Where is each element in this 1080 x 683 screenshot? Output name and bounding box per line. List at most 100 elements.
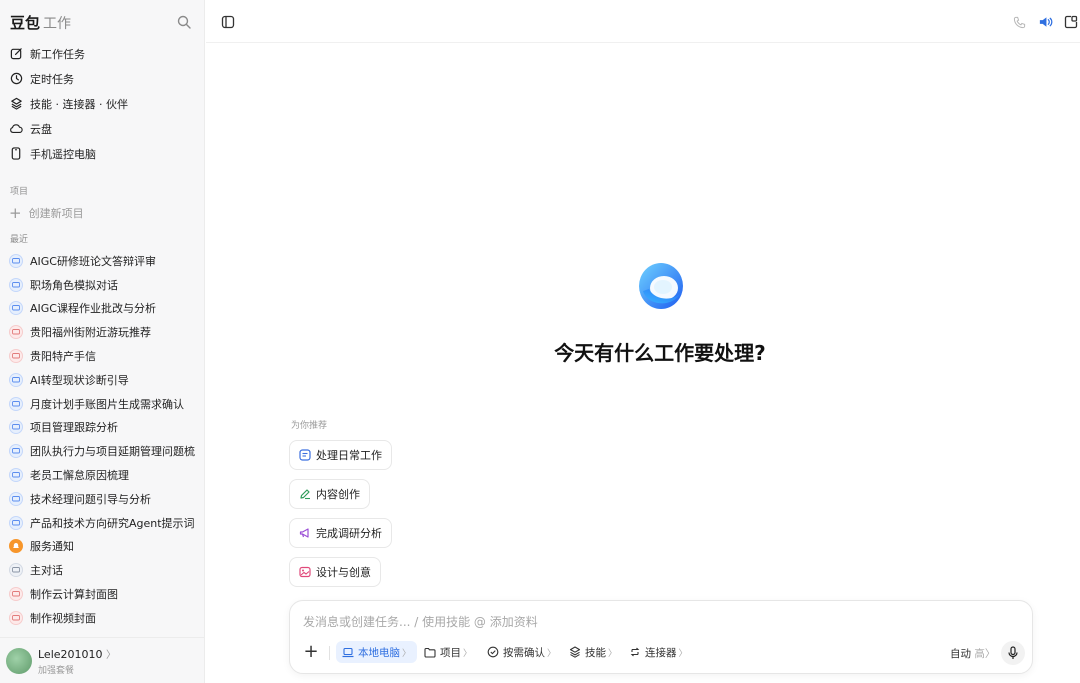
recent-item-label: AI转型现状诊断引导 — [30, 373, 129, 387]
new-project-label: 创建新项目 — [28, 207, 84, 220]
nav-label: 手机遥控电脑 — [30, 147, 96, 161]
tool-label: 按需确认 — [503, 646, 545, 659]
chevron-right-icon: 〉 — [106, 649, 117, 661]
tool-local-computer[interactable]: 本地电脑〉 — [336, 641, 418, 663]
toggle-sidebar-button[interactable] — [219, 13, 237, 31]
recent-item-label: 主对话 — [30, 564, 63, 578]
recent-item-label: 月度计划手账图片生成需求确认 — [30, 397, 184, 411]
chip-content-creation[interactable]: 内容创作 — [289, 479, 370, 509]
nav-phone-remote[interactable]: 手机遥控电脑 — [0, 141, 205, 166]
new-chat-button[interactable] — [1062, 13, 1080, 31]
tool-label: 项目 — [440, 646, 461, 659]
connector-icon — [629, 646, 641, 658]
recent-item-label: 项目管理跟踪分析 — [30, 421, 118, 435]
tool-project[interactable]: 项目〉 — [418, 641, 478, 663]
message-input[interactable] — [303, 612, 1003, 632]
task-icon — [299, 449, 311, 461]
top-bar — [206, 0, 1080, 43]
recent-item[interactable]: 贵阳特产手信 — [0, 344, 205, 368]
nav-scheduled-task[interactable]: 定时任务 — [0, 66, 205, 91]
nav-label: 云盘 — [30, 122, 52, 136]
speaker-icon — [1039, 17, 1052, 27]
tool-skills[interactable]: 技能〉 — [563, 641, 623, 663]
doubao-logo-icon — [639, 263, 683, 309]
nav-new-task[interactable]: 新工作任务 — [0, 41, 205, 66]
recent-item[interactable]: AIGC研修班论文答辩评审 — [0, 249, 205, 273]
recent-item-label: 职场角色模拟对话 — [30, 278, 118, 292]
chat-icon — [9, 420, 23, 435]
nav-cloud-drive[interactable]: 云盘 — [0, 116, 205, 141]
recent-item[interactable]: 技术经理问题引导与分析 — [0, 487, 205, 511]
page-headline: 今天有什么工作要处理? — [554, 341, 766, 365]
doubao-logo — [637, 261, 685, 311]
notification-icon — [9, 539, 23, 554]
chip-daily-work[interactable]: 处理日常工作 — [289, 440, 392, 470]
recent-item-label: AIGC课程作业批改与分析 — [30, 302, 156, 316]
check-circle-icon — [487, 646, 499, 658]
recent-item-label: 产品和技术方向研究Agent提示词 — [30, 516, 195, 530]
toolbar-divider — [329, 646, 330, 660]
recent-item-label: 贵阳特产手信 — [30, 350, 96, 364]
recent-item[interactable]: 制作视频封面 — [0, 606, 205, 630]
phone-call-icon — [1013, 16, 1025, 28]
sidebar-toggle-icon — [221, 15, 235, 29]
chat-icon — [9, 468, 23, 483]
recent-item[interactable]: 项目管理跟踪分析 — [0, 416, 205, 440]
chevron-right-icon: 〉 — [608, 648, 618, 659]
recent-item-label: 技术经理问题引导与分析 — [30, 492, 151, 506]
folder-icon — [424, 646, 436, 658]
recent-item[interactable]: 制作云计算封面图 — [0, 582, 205, 606]
user-plan: 加强套餐 — [38, 665, 75, 676]
brand: 豆包 工作 — [10, 12, 71, 34]
message-composer: + 本地电脑〉 项目〉 按需确认〉 技能〉 连接器〉 自动 高〉 — [289, 600, 1033, 674]
nav-skills[interactable]: 技能 · 连接器 · 伙伴 — [0, 91, 205, 116]
chat-icon — [9, 610, 23, 625]
chip-research-analysis[interactable]: 完成调研分析 — [289, 518, 392, 548]
auto-mode-selector[interactable]: 自动 高〉 — [950, 646, 995, 661]
recent-item[interactable]: 团队执行力与项目延期管理问题梳 — [0, 439, 205, 463]
recent-item[interactable]: 贵阳福州街附近游玩推荐 — [0, 320, 205, 344]
sidebar: 豆包 工作 新工作任务 定时任务 技能 · 连接器 · 伙伴 云盘 手机遥控电脑… — [0, 0, 205, 683]
tool-confirm-on-demand[interactable]: 按需确认〉 — [481, 641, 562, 663]
sidebar-nav: 新工作任务 定时任务 技能 · 连接器 · 伙伴 云盘 手机遥控电脑 — [0, 41, 205, 166]
tool-label: 本地电脑 — [358, 646, 400, 659]
brand-name: 豆包 — [10, 14, 41, 32]
add-button[interactable]: + — [302, 643, 320, 661]
recent-item[interactable]: AI转型现状诊断引导 — [0, 368, 205, 392]
recent-item[interactable]: 月度计划手账图片生成需求确认 — [0, 392, 205, 416]
tool-label: 连接器 — [645, 646, 677, 659]
recent-item-label: 制作视频封面 — [30, 611, 96, 625]
recent-list: AIGC研修班论文答辩评审职场角色模拟对话 AIGC课程作业批改与分析贵阳福州街附… — [0, 249, 205, 637]
chat-icon — [9, 491, 23, 506]
recent-item-label: 服务通知 — [30, 540, 74, 554]
recent-item[interactable]: 职场角色模拟对话 — [0, 273, 205, 297]
recent-item[interactable]: 服务通知 — [0, 535, 205, 559]
recent-item-label: 团队执行力与项目延期管理问题梳 — [30, 445, 195, 459]
chip-label: 设计与创意 — [316, 566, 371, 579]
auto-label: 自动 — [950, 648, 971, 660]
search-button[interactable] — [176, 14, 194, 32]
recent-item[interactable]: AIGC课程作业批改与分析 — [0, 297, 205, 321]
user-profile[interactable]: Lele201010 〉 加强套餐 — [0, 637, 205, 683]
microphone-icon — [1008, 646, 1018, 659]
voice-input-button[interactable] — [1001, 641, 1025, 665]
avatar — [6, 647, 32, 674]
chevron-right-icon: 〉 — [984, 648, 996, 660]
chip-design-creative[interactable]: 设计与创意 — [289, 557, 381, 587]
chat-icon — [9, 587, 23, 602]
new-project-button[interactable]: + 创建新项目 — [9, 205, 84, 221]
call-button[interactable] — [1010, 13, 1028, 31]
recent-item[interactable]: 产品和技术方向研究Agent提示词 — [0, 511, 205, 535]
chat-icon — [9, 563, 23, 578]
chat-icon — [9, 372, 23, 387]
tool-connectors[interactable]: 连接器〉 — [623, 641, 694, 663]
search-icon — [177, 15, 191, 29]
recent-item-label: 老员工懈怠原因梳理 — [30, 469, 129, 483]
plus-icon: + — [9, 203, 22, 222]
auto-level: 高 — [974, 648, 985, 660]
chat-icon — [9, 253, 23, 268]
recent-item[interactable]: 主对话 — [0, 558, 205, 582]
recent-label: 最近 — [10, 235, 29, 245]
speaker-button[interactable] — [1036, 13, 1054, 31]
recent-item[interactable]: 老员工懈怠原因梳理 — [0, 463, 205, 487]
